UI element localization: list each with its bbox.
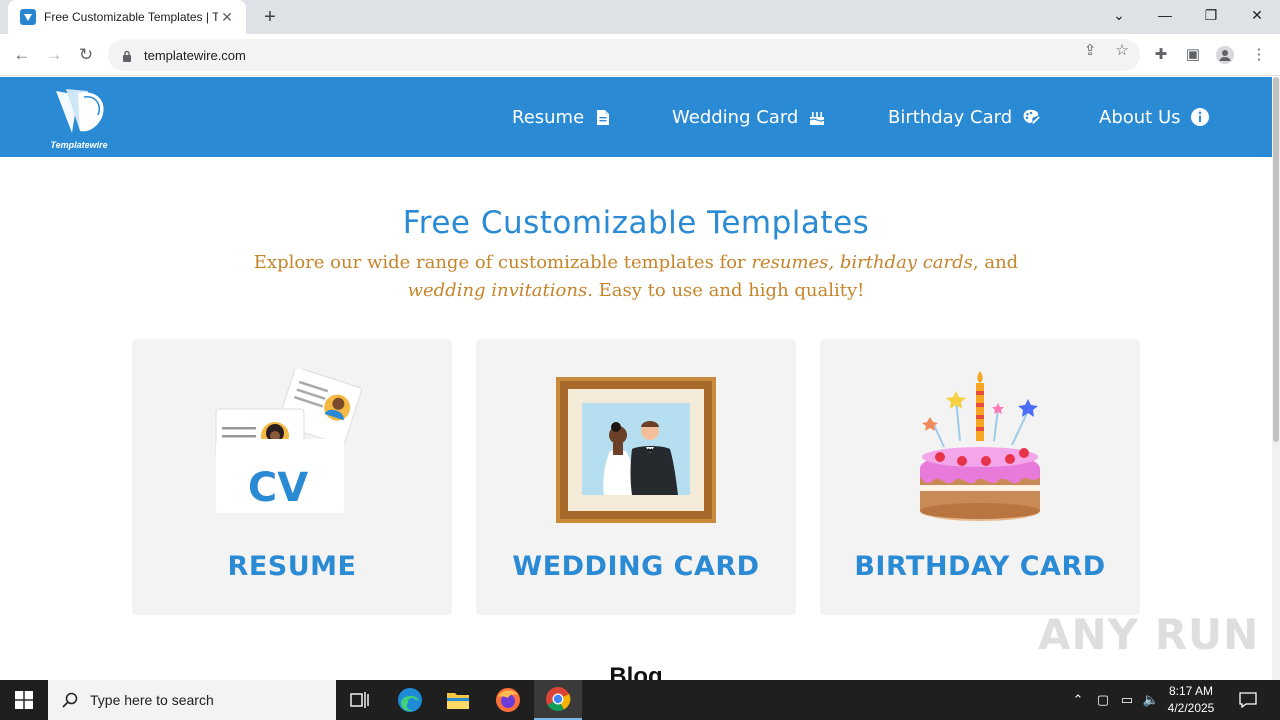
wedding-card-card[interactable]: WEDDING CARD xyxy=(476,339,796,615)
nav-wedding-card-label: Wedding Card xyxy=(672,106,799,128)
browser-toolbar: ← → ↻ templatewire.com ⇪ ☆ ✚ ▣ ⋮ xyxy=(0,34,1280,76)
tab-title: Free Customizable Templates | Te xyxy=(44,10,218,24)
side-panel-icon[interactable]: ▣ xyxy=(1184,46,1202,64)
nav-about-us-label: About Us xyxy=(1099,106,1181,128)
site-favicon-icon xyxy=(20,9,36,25)
file-explorer-icon[interactable] xyxy=(434,680,482,720)
back-arrow-icon[interactable]: ← xyxy=(10,43,34,67)
site-header: Templatewire Resume Wedding Card Birthda… xyxy=(0,77,1272,157)
chrome-icon[interactable] xyxy=(534,680,582,720)
close-window-button[interactable]: ✕ xyxy=(1234,0,1280,30)
anyrun-watermark: ANY RUN xyxy=(1038,610,1260,659)
clock-time: 8:17 AM xyxy=(1168,684,1214,698)
bookmark-star-icon[interactable]: ☆ xyxy=(1113,42,1131,60)
birthday-card-card[interactable]: BIRTHDAY CARD xyxy=(820,339,1140,615)
extensions-puzzle-icon[interactable]: ✚ xyxy=(1152,46,1170,64)
scrollbar-thumb[interactable] xyxy=(1273,77,1279,442)
profile-avatar-icon[interactable] xyxy=(1216,46,1234,64)
palette-icon xyxy=(1022,108,1040,126)
tab-close-icon[interactable]: ✕ xyxy=(218,9,236,26)
resume-illustration: CV xyxy=(212,367,372,529)
blog-section-heading: Blog xyxy=(609,663,663,680)
windows-taskbar: Type here to search ⌃ ▢ ▭ 🔈 8:17 AM 4/2/… xyxy=(0,680,1280,720)
url-text: templatewire.com xyxy=(144,47,246,63)
page-title: Free Customizable Templates xyxy=(402,205,870,241)
start-button[interactable] xyxy=(0,680,48,720)
search-placeholder: Type here to search xyxy=(90,692,214,708)
templatewire-logo[interactable]: Templatewire xyxy=(44,85,114,151)
taskbar-search-box[interactable]: Type here to search xyxy=(48,680,336,720)
forward-arrow-icon[interactable]: → xyxy=(42,43,66,67)
birthday-cake-illustration xyxy=(900,369,1060,529)
subtitle-text: Explore our wide range of customizable t… xyxy=(253,252,752,273)
subtitle-text: . Easy to use and high quality! xyxy=(587,280,865,301)
taskbar-clock[interactable]: 8:17 AM 4/2/2025 xyxy=(1160,683,1222,717)
nav-birthday-card-label: Birthday Card xyxy=(888,106,1013,128)
wedding-illustration xyxy=(556,369,716,529)
firefox-icon[interactable] xyxy=(484,680,532,720)
edge-browser-icon[interactable] xyxy=(386,680,434,720)
page-scrollbar[interactable] xyxy=(1272,77,1280,680)
volume-icon[interactable]: 🔈 xyxy=(1140,680,1162,720)
clock-date: 4/2/2025 xyxy=(1167,701,1215,715)
tab-search-chevron-icon[interactable]: ⌄ xyxy=(1096,0,1142,30)
minimize-button[interactable]: — xyxy=(1142,0,1188,30)
logo-text: Templatewire xyxy=(50,140,108,150)
cv-art-text: CV xyxy=(248,465,308,511)
main-content: Free Customizable Templates Explore our … xyxy=(0,157,1272,680)
birthday-card-title: BIRTHDAY CARD xyxy=(854,551,1106,582)
network-icon[interactable]: ▭ xyxy=(1116,680,1138,720)
new-tab-button[interactable]: + xyxy=(258,5,282,29)
nav-resume[interactable]: Resume xyxy=(512,104,612,130)
tray-chevron-up-icon[interactable]: ⌃ xyxy=(1068,680,1088,720)
resume-card-title: RESUME xyxy=(227,551,357,582)
subtitle-emphasis: wedding invitations xyxy=(407,280,588,301)
nav-resume-label: Resume xyxy=(512,106,585,128)
nav-about-us[interactable]: About Us xyxy=(1099,104,1209,130)
resume-card[interactable]: CV RESUME xyxy=(132,339,452,615)
tray-device-icon[interactable]: ▢ xyxy=(1092,680,1114,720)
subtitle-text: , and xyxy=(972,252,1019,273)
browser-tab[interactable]: Free Customizable Templates | Te ✕ xyxy=(8,0,246,34)
address-bar[interactable]: templatewire.com xyxy=(108,39,1140,71)
lock-icon xyxy=(122,49,132,62)
notifications-icon[interactable] xyxy=(1232,680,1264,720)
nav-birthday-card[interactable]: Birthday Card xyxy=(888,104,1040,130)
info-icon xyxy=(1190,108,1209,126)
share-icon[interactable]: ⇪ xyxy=(1081,42,1099,60)
document-icon xyxy=(594,108,612,126)
subtitle-emphasis: resumes, birthday cards xyxy=(751,252,973,273)
task-view-icon[interactable] xyxy=(336,680,384,720)
page-subtitle: Explore our wide range of customizable t… xyxy=(230,249,1042,305)
restore-button[interactable]: ❐ xyxy=(1188,0,1234,30)
reload-icon[interactable]: ↻ xyxy=(74,43,98,67)
search-icon xyxy=(62,692,78,708)
cake-icon xyxy=(808,108,826,126)
wedding-card-title: WEDDING CARD xyxy=(512,551,760,582)
windows-logo-icon xyxy=(15,691,33,709)
browser-tab-bar: Free Customizable Templates | Te ✕ + ⌄ —… xyxy=(0,0,1280,34)
nav-wedding-card[interactable]: Wedding Card xyxy=(672,104,826,130)
browser-menu-icon[interactable]: ⋮ xyxy=(1250,46,1268,64)
